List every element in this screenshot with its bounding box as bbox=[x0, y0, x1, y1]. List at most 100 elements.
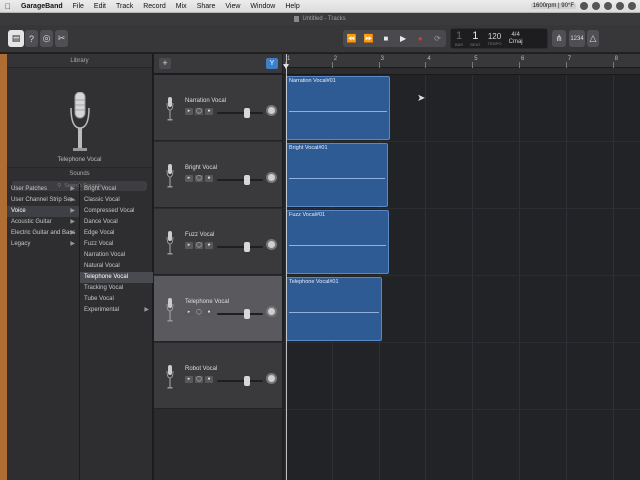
patch-narration-vocal[interactable]: Narration Vocal bbox=[80, 250, 153, 261]
volume-slider-thumb[interactable] bbox=[244, 108, 250, 118]
record-enable-button[interactable]: ● bbox=[205, 108, 213, 115]
ruler[interactable]: 1 2 3 4 5 6 7 8 bbox=[283, 54, 640, 68]
volume-slider-thumb[interactable] bbox=[244, 309, 250, 319]
volume-slider-thumb[interactable] bbox=[244, 376, 250, 386]
battery-icon[interactable] bbox=[604, 2, 612, 10]
track-header[interactable]: Robot Vocal ▸ ◯ ● bbox=[154, 343, 282, 409]
menu-track[interactable]: Track bbox=[111, 3, 138, 10]
volume-slider[interactable] bbox=[217, 112, 263, 114]
track-name[interactable]: Bright Vocal bbox=[185, 165, 217, 171]
notification-center-icon[interactable] bbox=[628, 2, 636, 10]
patch-edge-vocal[interactable]: Edge Vocal bbox=[80, 228, 153, 239]
category-voice[interactable]: Voice ▶ bbox=[7, 206, 79, 217]
patch-dance-vocal[interactable]: Dance Vocal bbox=[80, 217, 153, 228]
pan-knob[interactable] bbox=[266, 373, 277, 384]
record-enable-button[interactable]: ● bbox=[205, 175, 213, 182]
patch-telephone-vocal[interactable]: Telephone Vocal bbox=[80, 272, 153, 283]
menu-edit[interactable]: Edit bbox=[89, 3, 111, 10]
category-electric-guitar-bass[interactable]: Electric Guitar and Bass ▶ bbox=[7, 228, 79, 239]
track-name[interactable]: Narration Vocal bbox=[185, 98, 226, 104]
catch-playhead-button[interactable]: Y bbox=[266, 58, 278, 69]
apple-menu-icon[interactable]:  bbox=[0, 2, 16, 11]
solo-button[interactable]: ◯ bbox=[195, 242, 203, 249]
volume-slider[interactable] bbox=[217, 380, 263, 382]
spotlight-icon[interactable] bbox=[616, 2, 624, 10]
help-button[interactable]: ? bbox=[25, 30, 38, 47]
record-enable-button[interactable]: ● bbox=[205, 309, 213, 316]
volume-slider-thumb[interactable] bbox=[244, 242, 250, 252]
patch-bright-vocal[interactable]: Bright Vocal bbox=[80, 184, 153, 195]
track-header[interactable]: Bright Vocal ▸ ◯ ● bbox=[154, 142, 282, 208]
pan-knob[interactable] bbox=[266, 306, 277, 317]
volume-slider-thumb[interactable] bbox=[244, 175, 250, 185]
menu-mix[interactable]: Mix bbox=[171, 3, 192, 10]
record-button[interactable]: ● bbox=[412, 34, 429, 43]
solo-button[interactable]: ◯ bbox=[195, 309, 203, 316]
system-status[interactable]: 1600rpm | 90°F bbox=[530, 3, 576, 9]
menu-window[interactable]: Window bbox=[245, 3, 280, 10]
menu-app[interactable]: GarageBand bbox=[16, 3, 68, 10]
mute-button[interactable]: ▸ bbox=[185, 376, 193, 383]
volume-slider[interactable] bbox=[217, 313, 263, 315]
solo-button[interactable]: ◯ bbox=[195, 108, 203, 115]
menu-view[interactable]: View bbox=[220, 3, 245, 10]
wifi-icon[interactable] bbox=[580, 2, 588, 10]
patch-experimental[interactable]: Experimental ▶ bbox=[80, 305, 153, 316]
patch-compressed-vocal[interactable]: Compressed Vocal bbox=[80, 206, 153, 217]
pan-knob[interactable] bbox=[266, 172, 277, 183]
volume-slider[interactable] bbox=[217, 179, 263, 181]
metronome-button[interactable]: △ bbox=[587, 30, 599, 47]
mute-button[interactable]: ▸ bbox=[185, 175, 193, 182]
playhead-handle[interactable] bbox=[283, 64, 289, 69]
add-track-button[interactable]: + bbox=[159, 58, 171, 69]
volume-icon[interactable] bbox=[592, 2, 600, 10]
menu-file[interactable]: File bbox=[68, 3, 89, 10]
track-name[interactable]: Robot Vocal bbox=[185, 366, 217, 372]
track-header[interactable]: Fuzz Vocal ▸ ◯ ● bbox=[154, 209, 282, 275]
solo-button[interactable]: ◯ bbox=[195, 175, 203, 182]
smart-controls-button[interactable]: ◎ bbox=[40, 30, 53, 47]
playhead[interactable] bbox=[286, 54, 287, 480]
track-header[interactable]: Telephone Vocal ▸ ◯ ● bbox=[154, 276, 282, 342]
play-button[interactable]: ▶ bbox=[395, 34, 412, 43]
record-enable-button[interactable]: ● bbox=[205, 242, 213, 249]
track-name[interactable]: Telephone Vocal bbox=[185, 299, 229, 305]
audio-region[interactable]: Narration Vocal#01 bbox=[286, 76, 390, 140]
tuner-button[interactable]: ⋔ bbox=[552, 30, 566, 47]
audio-region[interactable]: Bright Vocal#01 bbox=[286, 143, 388, 207]
menu-help[interactable]: Help bbox=[280, 3, 304, 10]
mute-button[interactable]: ▸ bbox=[185, 242, 193, 249]
patch-fuzz-vocal[interactable]: Fuzz Vocal bbox=[80, 239, 153, 250]
mute-button[interactable]: ▸ bbox=[185, 309, 193, 316]
patch-classic-vocal[interactable]: Classic Vocal bbox=[80, 195, 153, 206]
category-acoustic-guitar[interactable]: Acoustic Guitar ▶ bbox=[7, 217, 79, 228]
track-header[interactable]: Narration Vocal ▸ ◯ ● bbox=[154, 75, 282, 141]
volume-slider[interactable] bbox=[217, 246, 263, 248]
category-user-patches[interactable]: User Patches ▶ bbox=[7, 184, 79, 195]
solo-button[interactable]: ◯ bbox=[195, 376, 203, 383]
mute-button[interactable]: ▸ bbox=[185, 108, 193, 115]
record-enable-button[interactable]: ● bbox=[205, 376, 213, 383]
lcd-display[interactable]: 1 BAR 1 BEAT 120 TEMPO 4/4 Cmaj bbox=[450, 28, 548, 49]
library-button[interactable]: ▤ bbox=[8, 30, 24, 47]
patch-tracking-vocal[interactable]: Tracking Vocal bbox=[80, 283, 153, 294]
menu-record[interactable]: Record bbox=[138, 3, 171, 10]
menu-share[interactable]: Share bbox=[192, 3, 221, 10]
pan-knob[interactable] bbox=[266, 105, 277, 116]
cycle-button[interactable]: ⟳ bbox=[429, 34, 446, 43]
pan-knob[interactable] bbox=[266, 239, 277, 250]
category-legacy[interactable]: Legacy ▶ bbox=[7, 239, 79, 250]
audio-region[interactable]: Telephone Vocal#01 bbox=[286, 277, 382, 341]
cycle-area[interactable] bbox=[283, 68, 640, 75]
patch-natural-vocal[interactable]: Natural Vocal bbox=[80, 261, 153, 272]
patch-tube-vocal[interactable]: Tube Vocal bbox=[80, 294, 153, 305]
category-user-channel-strip[interactable]: User Channel Strip Se... ▶ bbox=[7, 195, 79, 206]
tracks-area[interactable]: Narration Vocal#01 Bright Vocal#01 Fuzz Vo… bbox=[283, 75, 640, 480]
audio-region[interactable]: Fuzz Vocal#01 bbox=[286, 210, 389, 274]
editors-button[interactable]: ✂ bbox=[55, 30, 68, 47]
stop-button[interactable]: ■ bbox=[377, 34, 394, 43]
rewind-button[interactable]: ⏪ bbox=[343, 34, 360, 43]
track-name[interactable]: Fuzz Vocal bbox=[185, 232, 214, 238]
fast-forward-button[interactable]: ⏩ bbox=[360, 34, 377, 43]
count-in-button[interactable]: 1234 bbox=[569, 30, 585, 47]
